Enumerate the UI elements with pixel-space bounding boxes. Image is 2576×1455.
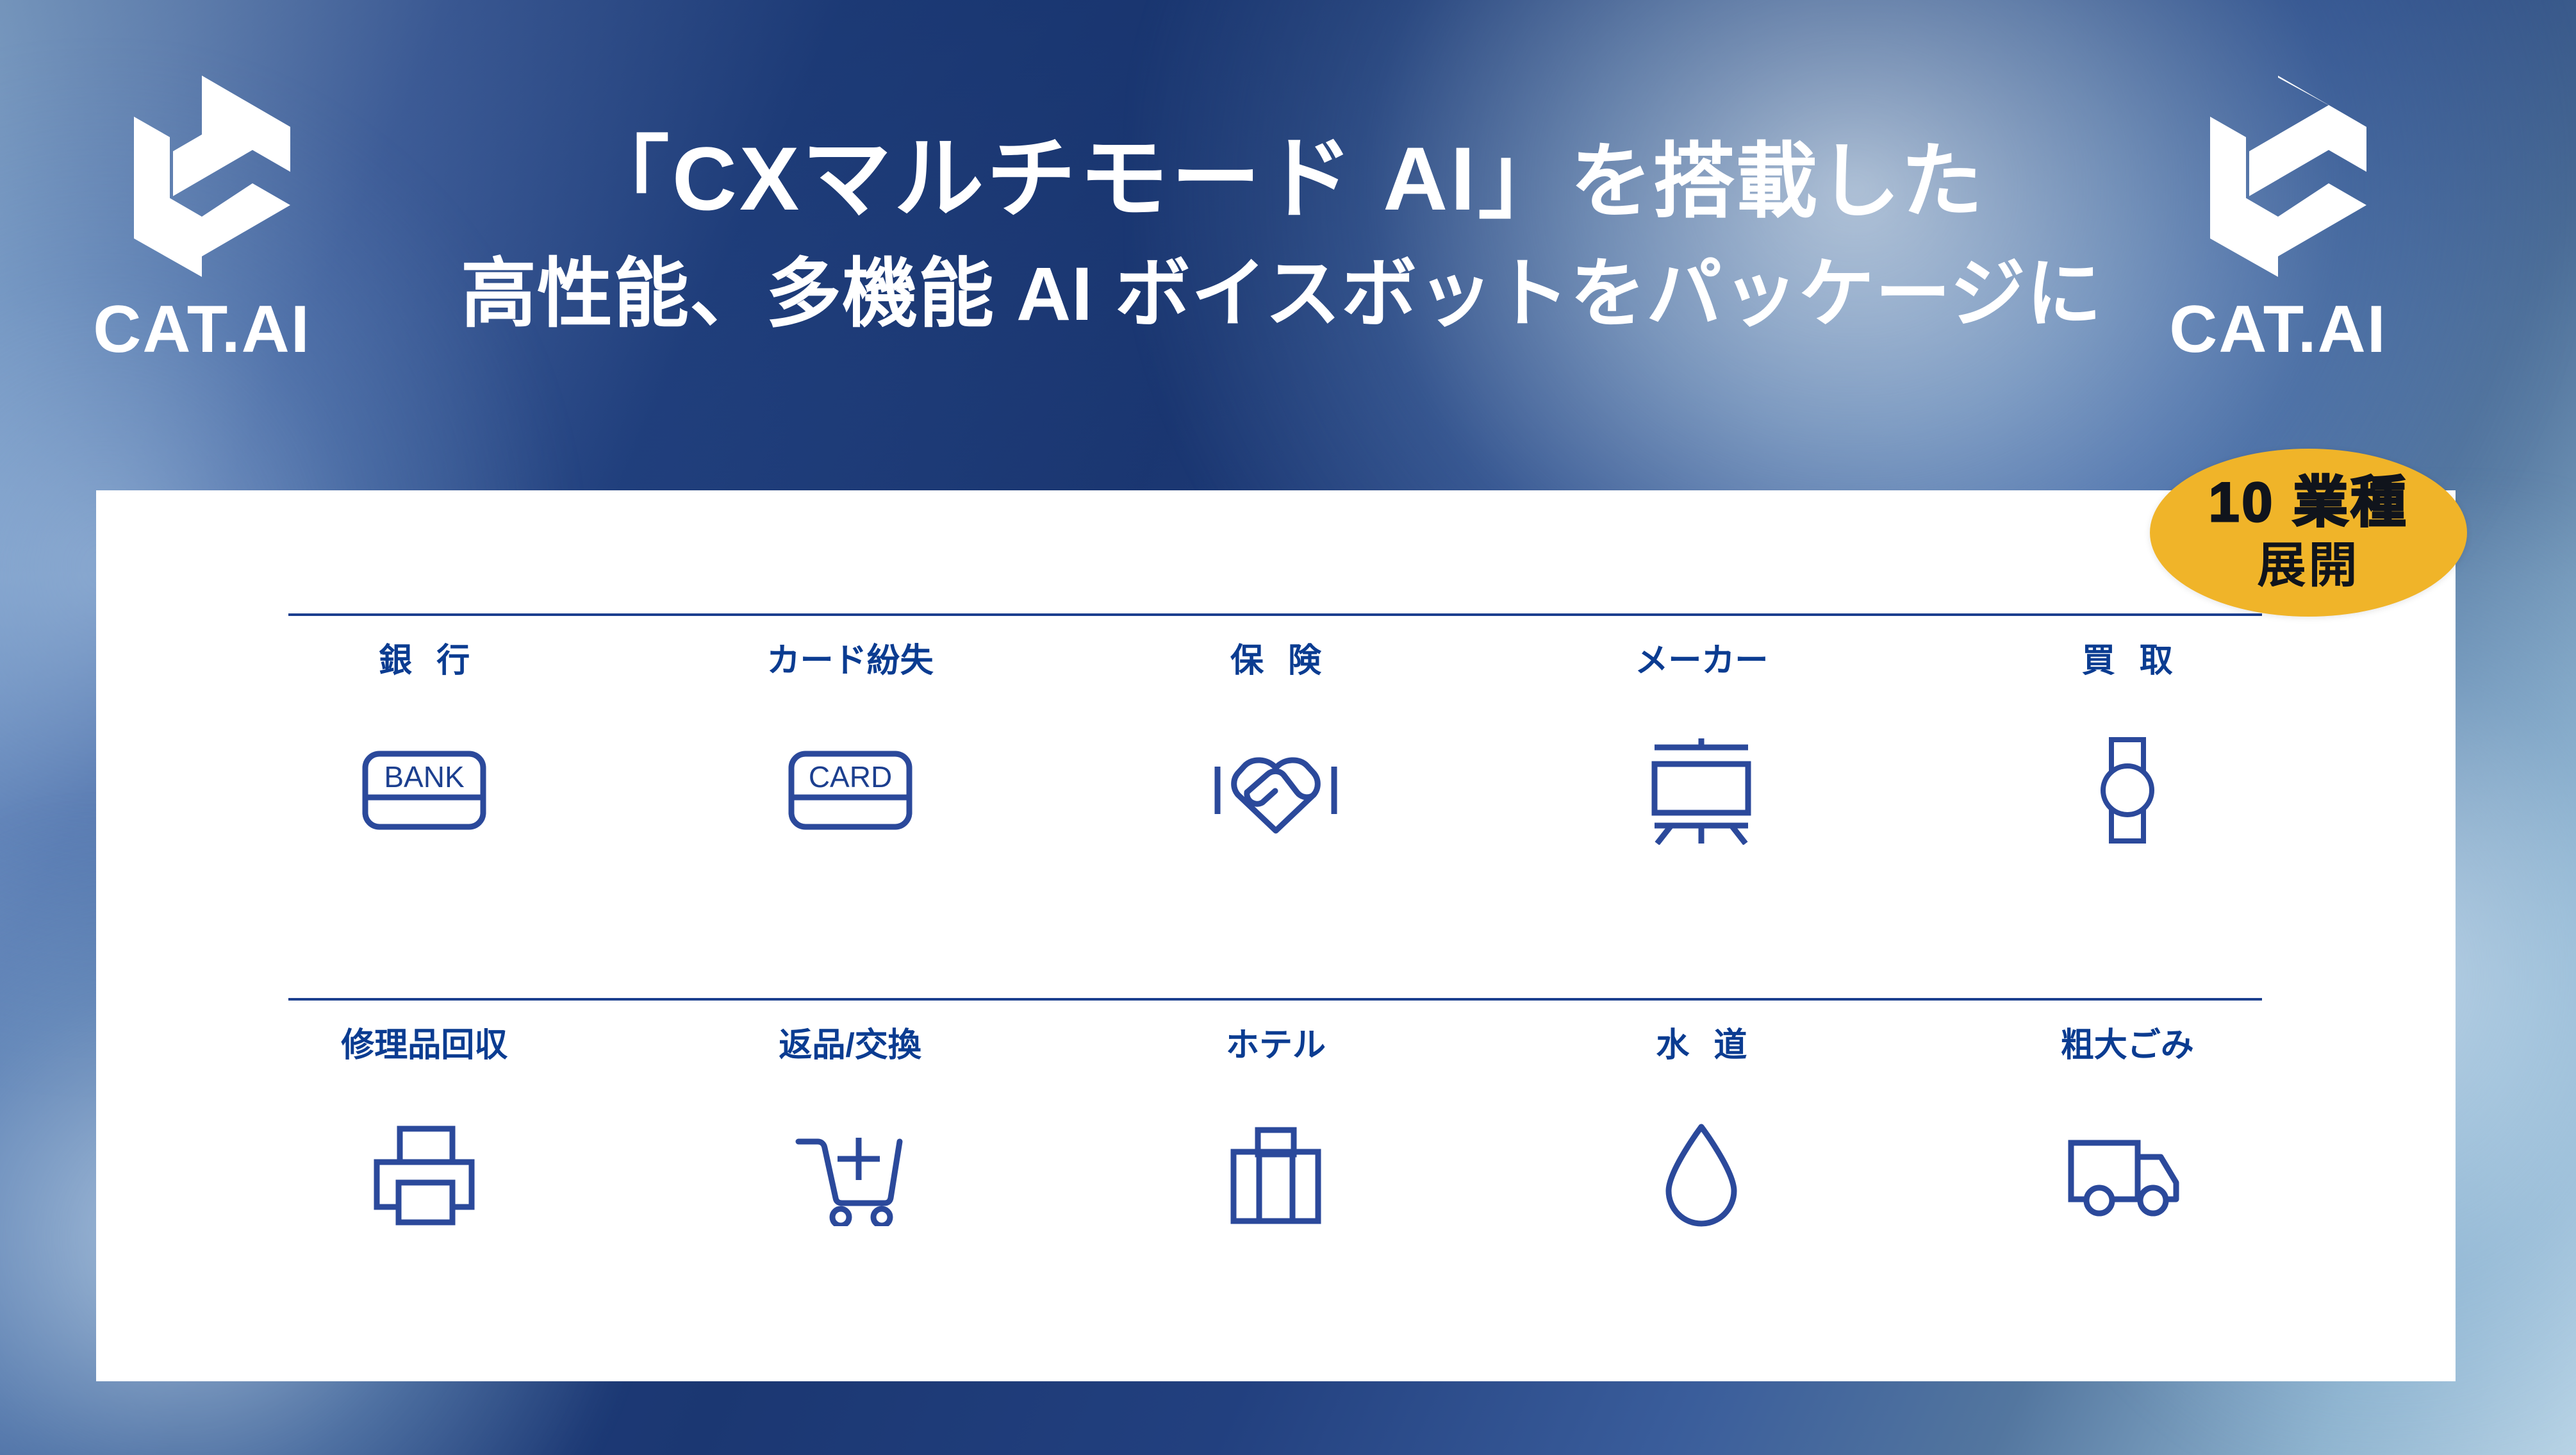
- industry-label: 返品/交換: [779, 1027, 921, 1064]
- wristwatch-icon: [2057, 733, 2198, 848]
- logo-wordmark-left: CAT.AI: [93, 292, 311, 367]
- logo-right: CAT.AI: [2143, 71, 2413, 363]
- industry-count-badge: 10 業種 展開: [2150, 449, 2467, 617]
- badge-line-1: 10 業種: [2208, 472, 2409, 533]
- headline-block: 「CXマルチモード AI」を搭載した 高性能、多機能 AI ボイスボットをパッケ…: [449, 119, 2115, 345]
- industry-label: 修理品回収: [341, 1027, 508, 1064]
- industry-cell-maker[interactable]: メーカー: [1489, 644, 1914, 848]
- industry-cell-bulky-waste[interactable]: 粗大ごみ: [1915, 1029, 2340, 1233]
- badge-line-2: 展開: [2257, 538, 2360, 593]
- handshake-heart-icon: [1205, 733, 1346, 848]
- headline-line-2: 高性能、多機能 AI ボイスボットをパッケージに: [461, 251, 2102, 337]
- divider-top: [288, 613, 2262, 616]
- logo-wordmark-right: CAT.AI: [2169, 292, 2387, 367]
- divider-middle: [288, 998, 2262, 1001]
- cart-plus-icon: [780, 1117, 921, 1233]
- industry-label: 粗大ごみ: [2060, 1027, 2194, 1064]
- industry-cell-insurance[interactable]: 保険: [1063, 644, 1489, 848]
- headline-emphasis: 「CXマルチモード AI」: [579, 128, 1571, 229]
- catai-hexagon-logo-icon: [134, 76, 290, 277]
- industry-cell-card-loss[interactable]: カード紛失 CARD: [637, 644, 1062, 848]
- industry-label: 保険: [1230, 642, 1346, 679]
- svg-text:CARD: CARD: [808, 760, 891, 794]
- credit-card-icon: CARD: [780, 733, 921, 848]
- industry-label: 買取: [2081, 642, 2197, 679]
- industry-cell-return-exchange[interactable]: 返品/交換: [637, 1029, 1062, 1233]
- header: CAT.AI 「CXマルチモード AI」を搭載した 高性能、多機能 AI ボイス…: [0, 0, 2576, 487]
- industries-panel: 銀行 BANK カード紛失 CARD 保険 メーカー 買取 修理品回収 返品/交…: [96, 490, 2456, 1381]
- industry-row-1: 銀行 BANK カード紛失 CARD 保険 メーカー 買取: [96, 644, 2456, 848]
- industry-label: カード紛失: [766, 642, 934, 679]
- headline-line-1-rest: を搭載した: [1570, 136, 1984, 228]
- suitcase-icon: [1205, 1117, 1346, 1233]
- industry-label: メーカー: [1635, 642, 1769, 679]
- water-drop-icon: [1631, 1117, 1772, 1233]
- printer-icon: [354, 1117, 495, 1233]
- industry-cell-bank[interactable]: 銀行 BANK: [211, 644, 637, 848]
- delivery-truck-icon: [2057, 1117, 2198, 1233]
- presentation-board-icon: [1631, 733, 1772, 848]
- headline-line-1: 「CXマルチモード AI」を搭載した: [449, 119, 2115, 239]
- bank-card-icon: BANK: [354, 733, 495, 848]
- industry-label: 水道: [1656, 1027, 1772, 1064]
- industry-cell-hotel[interactable]: ホテル: [1063, 1029, 1489, 1233]
- industry-cell-buyback[interactable]: 買取: [1915, 644, 2340, 848]
- industry-label: 銀行: [379, 642, 495, 679]
- slide-canvas: CAT.AI 「CXマルチモード AI」を搭載した 高性能、多機能 AI ボイス…: [0, 0, 2576, 1455]
- catai-hexagon-logo-icon: [2210, 76, 2366, 277]
- industry-cell-repair-pickup[interactable]: 修理品回収: [211, 1029, 637, 1233]
- industry-row-2: 修理品回収 返品/交換 ホテル 水道 粗大ごみ: [96, 1029, 2456, 1233]
- industry-label: ホテル: [1225, 1027, 1326, 1064]
- industry-cell-water[interactable]: 水道: [1489, 1029, 1914, 1233]
- svg-text:BANK: BANK: [384, 760, 465, 794]
- logo-left: CAT.AI: [67, 71, 336, 363]
